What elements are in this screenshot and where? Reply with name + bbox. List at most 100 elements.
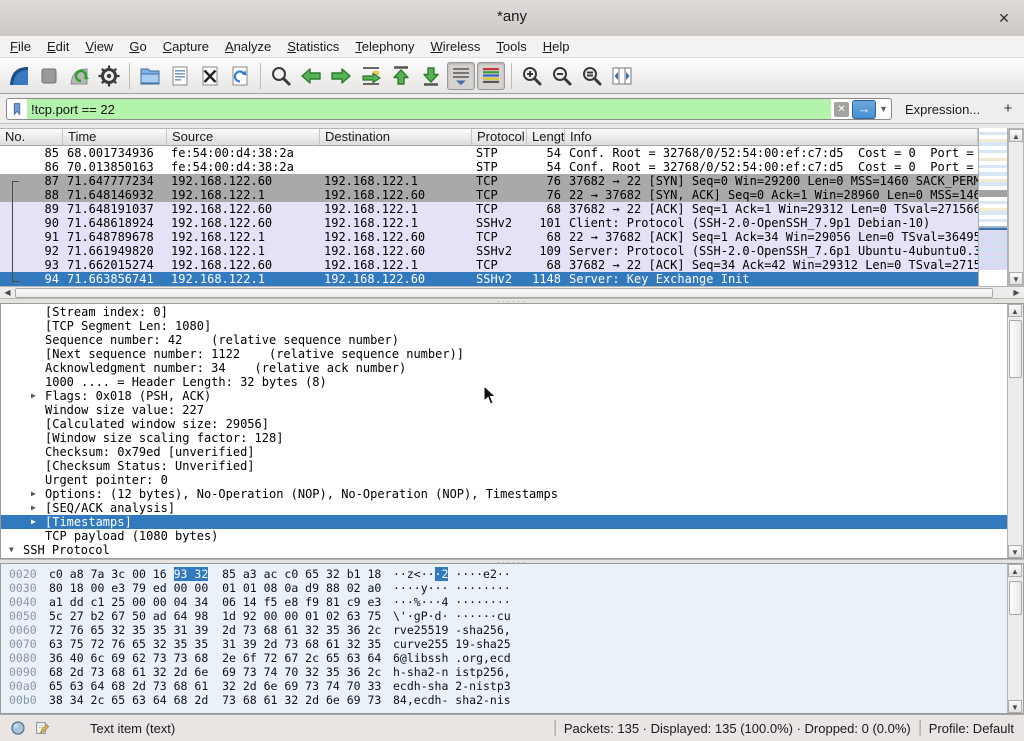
expander-icon[interactable]: ▶ bbox=[31, 515, 36, 529]
detail-row[interactable]: Urgent pointer: 0 bbox=[1, 473, 1007, 487]
packet-row-89[interactable]: 8971.648191037192.168.122.60192.168.122.… bbox=[0, 202, 978, 216]
detail-row[interactable]: ▼SSH Protocol bbox=[1, 543, 1007, 557]
bytes-vscrollbar[interactable]: ▲ ▼ bbox=[1007, 564, 1023, 713]
expander-icon[interactable]: ▶ bbox=[31, 501, 36, 515]
column-header-info[interactable]: Info bbox=[565, 129, 978, 145]
column-header-time[interactable]: Time bbox=[63, 129, 167, 145]
detail-row[interactable]: Sequence number: 42 (relative sequence n… bbox=[1, 333, 1007, 347]
packet-row-87[interactable]: 8771.647777234192.168.122.60192.168.122.… bbox=[0, 174, 978, 188]
menu-help[interactable]: Help bbox=[535, 37, 578, 56]
scroll-up-arrow[interactable]: ▲ bbox=[1008, 564, 1022, 577]
colorize-button[interactable] bbox=[477, 62, 505, 90]
detail-row[interactable]: 1000 .... = Header Length: 32 bytes (8) bbox=[1, 375, 1007, 389]
menu-view[interactable]: View bbox=[77, 37, 121, 56]
menu-capture[interactable]: Capture bbox=[155, 37, 217, 56]
detail-row[interactable]: [Next sequence number: 1122 (relative se… bbox=[1, 347, 1007, 361]
hex-row[interactable]: 0020c0 a8 7a 3c 00 16 93 32 85 a3 ac c0 … bbox=[1, 567, 1007, 581]
detail-row[interactable]: [Checksum Status: Unverified] bbox=[1, 459, 1007, 473]
hex-row[interactable]: 0040a1 dd c1 25 00 00 04 34 06 14 f5 e8 … bbox=[1, 595, 1007, 609]
menu-wireless[interactable]: Wireless bbox=[423, 37, 489, 56]
detail-row[interactable]: ▶SSH Version 2 (encryption:chacha20-poly… bbox=[1, 557, 1007, 558]
go-to-packet-button[interactable] bbox=[357, 62, 385, 90]
go-bottom-button[interactable] bbox=[417, 62, 445, 90]
expander-icon[interactable]: ▶ bbox=[31, 487, 36, 501]
packet-row-91[interactable]: 9171.648789678192.168.122.1192.168.122.6… bbox=[0, 230, 978, 244]
capture-comment-icon[interactable] bbox=[34, 720, 50, 736]
packet-row-94[interactable]: 9471.663856741192.168.122.1192.168.122.6… bbox=[0, 272, 978, 286]
scroll-right-arrow[interactable]: ▶ bbox=[1010, 288, 1023, 298]
capture-options-button[interactable] bbox=[95, 62, 123, 90]
packet-row-86[interactable]: 8670.013850163fe:54:00:d4:38:2aSTP54Conf… bbox=[0, 160, 978, 174]
capture-restart-button[interactable] bbox=[65, 62, 93, 90]
menu-go[interactable]: Go bbox=[121, 37, 154, 56]
scroll-up-arrow[interactable]: ▲ bbox=[1008, 304, 1022, 317]
detail-row[interactable]: TCP payload (1080 bytes) bbox=[1, 529, 1007, 543]
hex-row[interactable]: 00b038 34 2c 65 63 64 68 2d 73 68 61 32 … bbox=[1, 693, 1007, 707]
menu-analyze[interactable]: Analyze bbox=[217, 37, 279, 56]
display-filter-input[interactable] bbox=[27, 99, 831, 119]
vscroll-thumb[interactable] bbox=[1009, 320, 1022, 378]
expander-icon[interactable]: ▶ bbox=[31, 389, 36, 403]
detail-row[interactable]: [Calculated window size: 29056] bbox=[1, 417, 1007, 431]
expression-button[interactable]: Expression... bbox=[905, 102, 980, 117]
expert-info-icon[interactable] bbox=[10, 720, 26, 736]
close-button[interactable]: ✕ bbox=[994, 8, 1014, 28]
detail-row[interactable]: ▶Options: (12 bytes), No-Operation (NOP)… bbox=[1, 487, 1007, 501]
scroll-down-arrow[interactable]: ▼ bbox=[1008, 545, 1022, 558]
scroll-up-arrow[interactable]: ▲ bbox=[1009, 129, 1023, 142]
file-save-button[interactable] bbox=[166, 62, 194, 90]
hex-row[interactable]: 003080 18 00 e3 79 ed 00 00 01 01 08 0a … bbox=[1, 581, 1007, 595]
packet-row-90[interactable]: 9071.648618924192.168.122.60192.168.122.… bbox=[0, 216, 978, 230]
expander-icon[interactable]: ▶ bbox=[31, 557, 36, 558]
packet-row-88[interactable]: 8871.648146932192.168.122.1192.168.122.6… bbox=[0, 188, 978, 202]
menu-telephony[interactable]: Telephony bbox=[347, 37, 422, 56]
hex-row[interactable]: 00a065 63 64 68 2d 73 68 61 32 2d 6e 69 … bbox=[1, 679, 1007, 693]
filter-bookmark-icon[interactable] bbox=[7, 99, 27, 119]
packet-row-93[interactable]: 9371.662015274192.168.122.60192.168.122.… bbox=[0, 258, 978, 272]
go-back-button[interactable] bbox=[297, 62, 325, 90]
zoom-original-button[interactable] bbox=[578, 62, 606, 90]
find-packet-button[interactable] bbox=[267, 62, 295, 90]
detail-row[interactable]: [Window size scaling factor: 128] bbox=[1, 431, 1007, 445]
hex-row[interactable]: 009068 2d 73 68 61 32 2d 6e 69 73 74 70 … bbox=[1, 665, 1007, 679]
packet-list-vscrollbar[interactable]: ▲ ▼ bbox=[1008, 128, 1024, 286]
column-header-protocol[interactable]: Protocol bbox=[472, 129, 527, 145]
capture-stop-button[interactable] bbox=[35, 62, 63, 90]
zoom-in-button[interactable] bbox=[518, 62, 546, 90]
go-forward-button[interactable] bbox=[327, 62, 355, 90]
detail-row[interactable]: ▶[SEQ/ACK analysis] bbox=[1, 501, 1007, 515]
zoom-out-button[interactable] bbox=[548, 62, 576, 90]
profile-label[interactable]: Profile: Default bbox=[929, 721, 1014, 736]
column-header-no[interactable]: No. bbox=[0, 129, 63, 145]
filter-dropdown-caret[interactable]: ▾ bbox=[876, 104, 891, 115]
resize-columns-button[interactable] bbox=[608, 62, 636, 90]
hex-row[interactable]: 006072 76 65 32 35 35 31 39 2d 73 68 61 … bbox=[1, 623, 1007, 637]
menu-statistics[interactable]: Statistics bbox=[279, 37, 347, 56]
menu-tools[interactable]: Tools bbox=[488, 37, 534, 56]
autoscroll-button[interactable] bbox=[447, 62, 475, 90]
filter-apply-button[interactable]: → bbox=[852, 100, 876, 119]
go-top-button[interactable] bbox=[387, 62, 415, 90]
scroll-down-arrow[interactable]: ▼ bbox=[1008, 700, 1022, 713]
file-open-button[interactable] bbox=[136, 62, 164, 90]
detail-row[interactable]: [Stream index: 0] bbox=[1, 305, 1007, 319]
add-filter-button[interactable]: + bbox=[1000, 100, 1016, 117]
detail-row[interactable]: Acknowledgment number: 34 (relative ack … bbox=[1, 361, 1007, 375]
packet-row-92[interactable]: 9271.661949820192.168.122.1192.168.122.6… bbox=[0, 244, 978, 258]
expander-icon[interactable]: ▼ bbox=[9, 543, 14, 557]
detail-row[interactable]: ▶[Timestamps] bbox=[1, 515, 1007, 529]
column-header-destination[interactable]: Destination bbox=[320, 129, 472, 145]
scroll-left-arrow[interactable]: ◀ bbox=[1, 288, 14, 298]
file-close-button[interactable] bbox=[196, 62, 224, 90]
menu-edit[interactable]: Edit bbox=[39, 37, 77, 56]
packet-row-85[interactable]: 8568.001734936fe:54:00:d4:38:2aSTP54Conf… bbox=[0, 146, 978, 160]
detail-row[interactable]: ▶Flags: 0x018 (PSH, ACK) bbox=[1, 389, 1007, 403]
column-header-length[interactable]: Length bbox=[527, 129, 565, 145]
column-header-source[interactable]: Source bbox=[167, 129, 320, 145]
hscroll-thumb[interactable] bbox=[15, 288, 993, 298]
filter-clear-button[interactable]: ✕ bbox=[834, 102, 849, 117]
menu-file[interactable]: File bbox=[2, 37, 39, 56]
capture-start-button[interactable] bbox=[5, 62, 33, 90]
packet-list-hscrollbar[interactable]: ◀ ▶ bbox=[0, 286, 1024, 298]
detail-row[interactable]: Checksum: 0x79ed [unverified] bbox=[1, 445, 1007, 459]
